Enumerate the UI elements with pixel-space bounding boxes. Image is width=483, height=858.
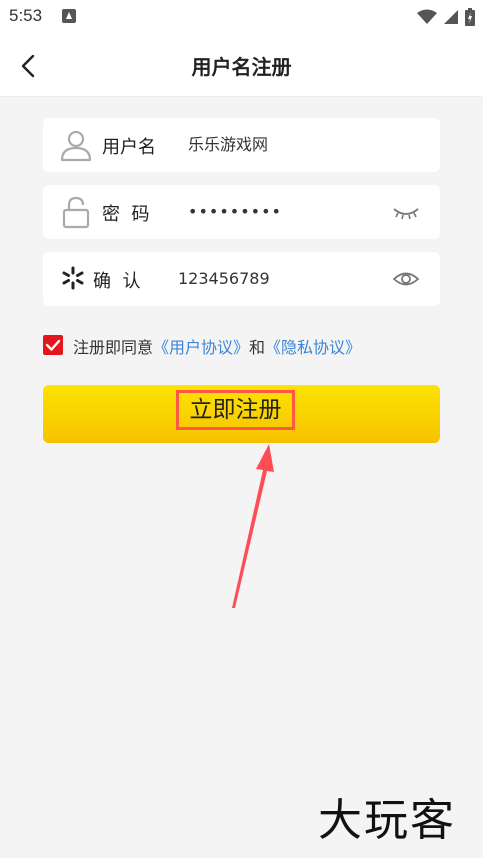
privacy-policy-link[interactable]: 《隐私协议》 (265, 338, 361, 357)
status-time: 5:53 (9, 6, 43, 25)
signal-icon (444, 10, 458, 24)
lock-icon (62, 196, 90, 229)
agreement-prefix: 注册即同意 (73, 338, 154, 357)
status-icons (417, 6, 475, 28)
confirm-password-field[interactable]: 确 认 (43, 252, 440, 306)
username-label: 用户名 (102, 137, 156, 158)
user-icon (60, 130, 92, 162)
confirm-password-input[interactable] (178, 252, 378, 306)
password-field[interactable]: 密 码 (43, 185, 440, 239)
eye-closed-icon[interactable] (392, 199, 420, 225)
confirm-label: 确 认 (93, 271, 141, 292)
password-label: 密 码 (102, 204, 150, 225)
watermark-logo: 大玩客 (318, 795, 456, 846)
agreement-checkbox[interactable] (43, 335, 63, 355)
battery-icon (465, 8, 475, 26)
agreement-conjunction: 和 (249, 338, 266, 357)
username-input[interactable] (188, 118, 408, 172)
page-title: 用户名注册 (191, 55, 292, 79)
register-button[interactable]: 立即注册 (43, 385, 440, 443)
username-field[interactable]: 用户名 (43, 118, 440, 172)
asterisk-icon (62, 266, 84, 290)
eye-open-icon[interactable] (392, 266, 420, 292)
wifi-icon (417, 9, 437, 24)
register-button-label: 立即注册 (176, 390, 295, 430)
annotation-arrow (232, 444, 274, 608)
agreement-text: 注册即同意《用户协议》和《隐私协议》 (73, 334, 361, 358)
check-icon (45, 339, 61, 351)
status-bar: 5:53 (0, 0, 483, 34)
header: 用户名注册 (0, 34, 483, 97)
user-agreement-link[interactable]: 《用户协议》 (153, 338, 249, 357)
password-input[interactable] (188, 185, 368, 239)
notification-icon (62, 9, 76, 23)
